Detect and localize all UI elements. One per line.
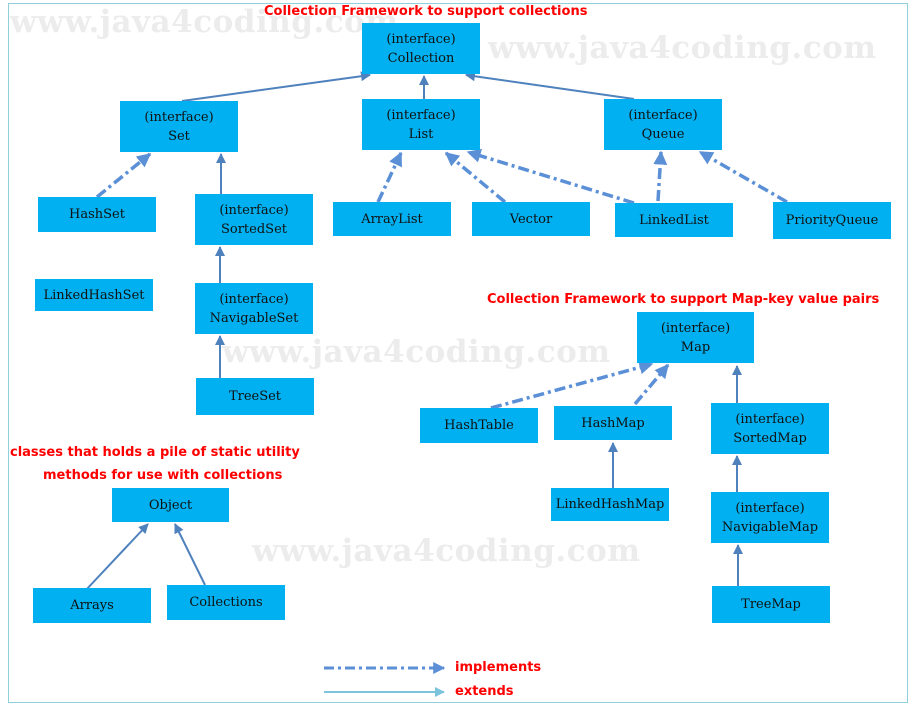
utility-heading-line2: methods for use with collections — [43, 468, 283, 483]
node-label: HashMap — [581, 415, 645, 431]
node-linkedhashset[interactable]: LinkedHashSet — [35, 279, 153, 311]
node-label: Vector — [509, 211, 553, 227]
node-label: ArrayList — [361, 211, 423, 227]
node-stereotype: (interface) — [219, 202, 289, 218]
node-label: HashSet — [69, 207, 125, 222]
node-navigablemap[interactable]: (interface) NavigableMap — [711, 492, 829, 543]
node-stereotype: (interface) — [735, 500, 805, 516]
node-hashmap[interactable]: HashMap — [554, 406, 672, 440]
node-label: List — [408, 126, 434, 142]
node-label: TreeMap — [741, 597, 801, 612]
node-list[interactable]: (interface) List — [362, 99, 480, 150]
legend-extends-label: extends — [455, 684, 514, 699]
node-label: Arrays — [70, 598, 114, 613]
node-label: LinkedList — [639, 212, 709, 228]
node-stereotype: (interface) — [386, 107, 456, 123]
node-stereotype: (interface) — [660, 320, 731, 336]
node-object[interactable]: Object — [112, 488, 229, 522]
node-linkedhashmap[interactable]: LinkedHashMap — [551, 488, 669, 521]
node-sortedset[interactable]: (interface) SortedSet — [195, 194, 313, 245]
node-stereotype: (interface) — [386, 31, 456, 47]
node-label: Queue — [641, 126, 685, 142]
node-treemap[interactable]: TreeMap — [712, 586, 830, 623]
node-queue[interactable]: (interface) Queue — [604, 99, 722, 150]
watermark: www.java4coding.com — [222, 334, 611, 370]
node-stereotype: (interface) — [144, 109, 214, 125]
node-linkedlist[interactable]: LinkedList — [615, 203, 733, 237]
node-collection[interactable]: (interface) Collection — [362, 23, 480, 74]
node-label: PriorityQueue — [785, 213, 879, 228]
watermark: www.java4coding.com — [252, 533, 641, 569]
legend-implements-label: implements — [455, 660, 542, 675]
node-label: Collection — [387, 50, 455, 66]
node-label: Map — [680, 339, 711, 355]
node-arrays[interactable]: Arrays — [33, 588, 151, 623]
node-label: NavigableMap — [721, 519, 819, 535]
node-stereotype: (interface) — [219, 291, 289, 307]
node-label: LinkedHashSet — [43, 287, 145, 303]
node-set[interactable]: (interface) Set — [120, 101, 238, 152]
collections-heading: Collection Framework to support collecti… — [264, 4, 588, 19]
node-label: SortedMap — [733, 430, 807, 446]
node-hashtable[interactable]: HashTable — [420, 408, 538, 443]
node-map[interactable]: (interface) Map — [637, 312, 754, 363]
node-vector[interactable]: Vector — [472, 202, 590, 236]
node-treeset[interactable]: TreeSet — [196, 378, 314, 415]
node-arraylist[interactable]: ArrayList — [333, 202, 451, 236]
node-collections[interactable]: Collections — [167, 585, 285, 620]
node-label: SortedSet — [220, 221, 287, 237]
node-label: Collections — [189, 595, 263, 610]
watermark: www.java4coding.com — [488, 30, 877, 66]
node-priorityqueue[interactable]: PriorityQueue — [773, 202, 891, 239]
node-stereotype: (interface) — [735, 411, 805, 427]
node-navigableset[interactable]: (interface) NavigableSet — [195, 283, 313, 334]
node-stereotype: (interface) — [628, 107, 698, 123]
node-label: Object — [148, 497, 193, 513]
node-label: NavigableSet — [209, 310, 299, 326]
node-label: HashTable — [444, 418, 514, 433]
map-heading: Collection Framework to support Map-key … — [487, 292, 880, 307]
node-hashset[interactable]: HashSet — [38, 197, 156, 232]
node-label: TreeSet — [228, 389, 282, 404]
node-sortedmap[interactable]: (interface) SortedMap — [711, 403, 829, 454]
node-label: LinkedHashMap — [555, 497, 665, 512]
utility-heading-line1: classes that holds a pile of static util… — [10, 445, 300, 460]
node-label: Set — [168, 128, 190, 144]
